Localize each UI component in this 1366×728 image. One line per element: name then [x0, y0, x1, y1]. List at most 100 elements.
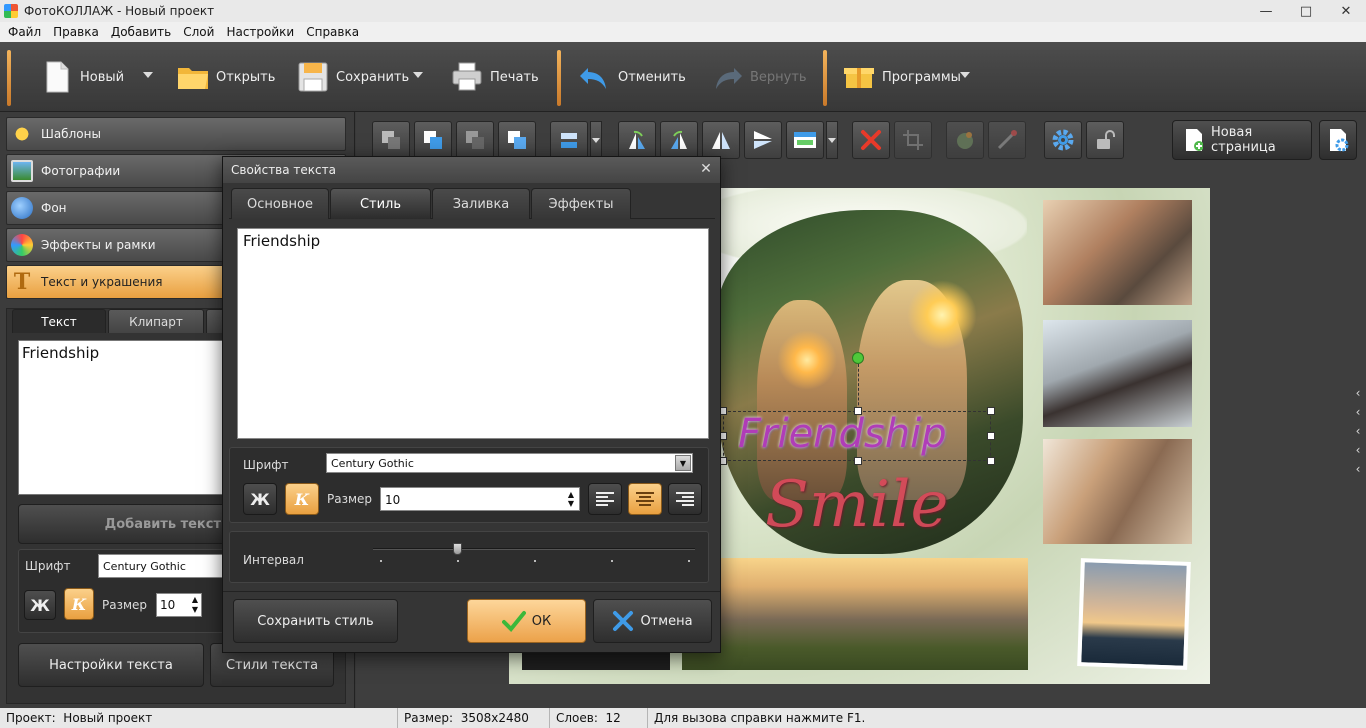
save-style-button[interactable]: Сохранить стиль	[233, 599, 398, 643]
spacing-slider-track[interactable]	[373, 543, 695, 555]
open-button[interactable]: Открыть	[176, 52, 275, 102]
title-bar: ФотоКОЛЛАЖ - Новый проект — □ ✕	[0, 0, 1366, 22]
flip-horizontal-button[interactable]	[702, 121, 740, 159]
effects-button[interactable]	[946, 121, 984, 159]
spacing-ticks	[373, 560, 695, 564]
collage-script-text[interactable]: Smile	[765, 460, 965, 550]
redo-label: Вернуть	[750, 69, 807, 85]
dialog-font-select[interactable]: Century Gothic ▼	[326, 453, 693, 473]
crop-button[interactable]	[894, 121, 932, 159]
size-stepper-arrows-icon[interactable]: ▲ ▼	[568, 490, 574, 508]
delete-button[interactable]	[852, 121, 890, 159]
maximize-icon[interactable]: □	[1286, 0, 1326, 22]
section-label: Фотографии	[41, 164, 121, 178]
fit-dropdown[interactable]	[826, 121, 838, 159]
resize-handle[interactable]	[987, 432, 995, 440]
tab-clipart[interactable]: Клипарт	[108, 309, 204, 333]
sidebar-font-select[interactable]: Century Gothic	[98, 554, 228, 578]
sidebar-bold-button[interactable]: Ж	[24, 590, 56, 620]
photo-friends-laughing[interactable]	[1043, 200, 1192, 305]
save-dropdown-caret[interactable]	[413, 72, 423, 78]
text-settings-button[interactable]: Настройки текста	[18, 643, 204, 687]
new-button[interactable]: Новый	[40, 52, 124, 102]
dialog-size-stepper[interactable]: 10 ▲ ▼	[380, 487, 580, 511]
align-dropdown[interactable]	[590, 121, 602, 159]
resize-handle[interactable]	[854, 407, 862, 415]
status-project-label: Проект:	[6, 711, 56, 725]
font-dropdown-icon[interactable]: ▼	[675, 455, 691, 471]
menu-add[interactable]: Добавить	[105, 25, 177, 39]
stepper-arrows-icon[interactable]: ▲ ▼	[192, 595, 198, 615]
rotate-right-button[interactable]	[660, 121, 698, 159]
align-button[interactable]	[550, 121, 588, 159]
align-left-icon	[596, 492, 614, 506]
new-page-button[interactable]: Новая страница	[1172, 120, 1312, 160]
programs-box-icon	[844, 68, 874, 88]
undo-button[interactable]: Отменить	[578, 52, 686, 102]
status-project: Проект: Новый проект	[0, 708, 398, 728]
tab-fill[interactable]: Заливка	[432, 188, 530, 219]
close-window-icon[interactable]: ✕	[1326, 0, 1366, 22]
minimize-icon[interactable]: —	[1246, 0, 1286, 22]
cancel-button[interactable]: Отмена	[593, 599, 712, 643]
resize-handle[interactable]	[987, 457, 995, 465]
sparkler-glow	[777, 330, 837, 390]
layer-back-button[interactable]	[372, 121, 410, 159]
rotate-left-button[interactable]	[618, 121, 656, 159]
align-right-button[interactable]	[668, 483, 702, 515]
toolbar-separator	[557, 50, 561, 106]
menu-layer[interactable]: Слой	[177, 25, 220, 39]
menu-help[interactable]: Справка	[300, 25, 365, 39]
page-settings-button[interactable]	[1319, 120, 1357, 160]
layer-forward-button[interactable]	[498, 121, 536, 159]
layer-backward-button[interactable]	[456, 121, 494, 159]
sidebar-size-stepper[interactable]: 10 ▲ ▼	[156, 593, 202, 617]
new-dropdown-caret[interactable]	[143, 72, 153, 78]
menu-settings[interactable]: Настройки	[220, 25, 300, 39]
tab-text[interactable]: Текст	[12, 309, 106, 333]
undo-label: Отменить	[618, 69, 686, 85]
photo-icon	[11, 160, 33, 182]
programs-button[interactable]: Программы	[842, 52, 961, 102]
magic-wand-button[interactable]	[988, 121, 1026, 159]
open-label: Открыть	[216, 69, 276, 85]
menu-edit[interactable]: Правка	[47, 25, 105, 39]
align-center-button[interactable]	[628, 483, 662, 515]
status-size-value: 3508x2480	[460, 711, 529, 725]
properties-button[interactable]	[1044, 121, 1082, 159]
text-selection-box[interactable]	[723, 411, 991, 461]
side-collapse-arrows[interactable]: ‹ ‹ ‹ ‹ ‹	[1352, 384, 1364, 480]
photo-friends-selfie[interactable]	[1043, 439, 1192, 544]
layer-front-button[interactable]	[414, 121, 452, 159]
fit-button[interactable]	[786, 121, 824, 159]
rotate-handle[interactable]	[852, 352, 864, 364]
section-templates[interactable]: Шаблоны	[6, 117, 346, 151]
sidebar-text-area[interactable]: Friendship	[18, 340, 228, 495]
photo-friends-fistbump[interactable]	[1043, 320, 1192, 427]
save-button[interactable]: Сохранить	[296, 52, 409, 102]
sidebar-italic-button[interactable]: К	[64, 588, 94, 620]
redo-button[interactable]: Вернуть	[710, 52, 807, 102]
status-layers-value: 12	[605, 711, 621, 725]
ok-button[interactable]: ОК	[467, 599, 586, 643]
photo-city-park[interactable]	[682, 558, 1028, 670]
lock-button[interactable]	[1086, 121, 1124, 159]
tab-basic[interactable]: Основное	[231, 188, 329, 219]
programs-dropdown-caret[interactable]	[960, 72, 970, 78]
dialog-title-bar[interactable]: Свойства текста	[223, 157, 720, 183]
dialog-italic-button[interactable]: К	[285, 483, 319, 515]
photo-sunset-beach[interactable]	[1077, 558, 1191, 670]
align-left-button[interactable]	[588, 483, 622, 515]
dialog-bold-button[interactable]: Ж	[243, 483, 277, 515]
tab-style[interactable]: Стиль	[330, 188, 431, 219]
dialog-text-area[interactable]: Friendship	[237, 228, 709, 439]
tab-effects[interactable]: Эффекты	[531, 188, 631, 219]
text-properties-dialog: Свойства текста ✕ Основное Стиль Заливка…	[222, 156, 721, 653]
status-size: Размер: 3508x2480	[398, 708, 550, 728]
dialog-close-icon[interactable]: ✕	[698, 161, 714, 177]
menu-file[interactable]: Файл	[2, 25, 47, 39]
spacing-slider-thumb[interactable]	[453, 543, 462, 555]
print-button[interactable]: Печать	[450, 52, 539, 102]
resize-handle[interactable]	[987, 407, 995, 415]
flip-vertical-button[interactable]	[744, 121, 782, 159]
